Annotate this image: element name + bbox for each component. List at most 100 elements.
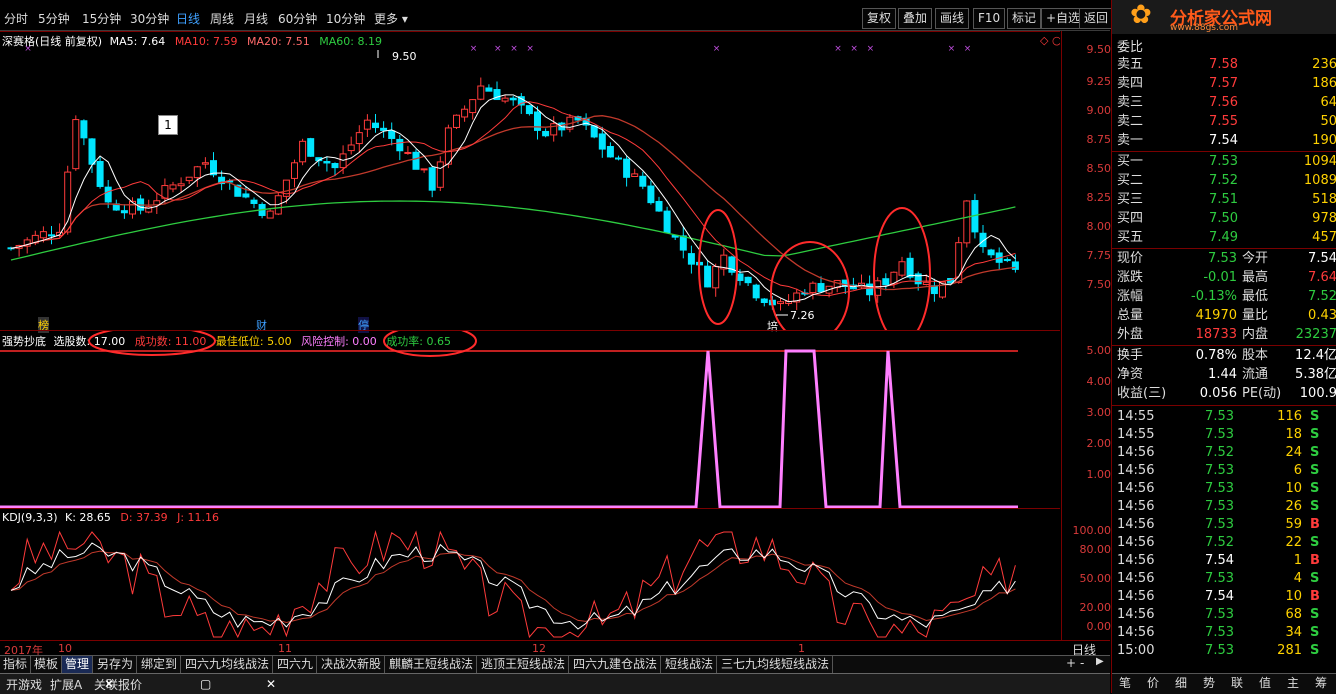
x-marker: × [510, 44, 518, 54]
tick-row: 14:55 7.53 116 S [1117, 409, 1320, 424]
period-tab[interactable]: 周线 [210, 10, 234, 27]
right-tab[interactable]: 值 [1254, 674, 1276, 692]
right-tab[interactable]: 势 [1198, 674, 1220, 692]
ask-row: 卖三 7.56 64 [1117, 95, 1336, 110]
candle-body [922, 281, 930, 286]
ask-row: 卖一 7.54 190 [1117, 133, 1336, 148]
period-tab[interactable]: 10分钟 [326, 10, 365, 27]
candle-body [809, 282, 817, 294]
back-button[interactable]: 返回 [1079, 8, 1114, 29]
bottom-tab[interactable]: 短线战法 [662, 656, 718, 673]
kdj-chart [10, 530, 1016, 639]
candle-body [347, 144, 355, 152]
date-label: 11 [278, 642, 292, 655]
divider [1112, 345, 1336, 346]
x-marker: × [948, 44, 956, 54]
f10-button[interactable]: F10 [973, 8, 1006, 29]
y-tick: 20.00 [1079, 601, 1112, 614]
period-tab[interactable]: 15分钟 [82, 10, 121, 27]
overlay-button[interactable]: 叠加 [898, 8, 933, 29]
period-tab[interactable]: 60分钟 [278, 10, 317, 27]
bid-row: 买二 7.52 1089 [1117, 173, 1336, 188]
fuquan-button[interactable]: 复权 [862, 8, 897, 29]
candle-body [866, 283, 874, 296]
right-tab[interactable]: 主 [1282, 674, 1304, 692]
bottom-tab[interactable]: 决战次新股 [318, 656, 386, 673]
kdj-axis: 100.00 80.00 50.00 20.00 0.00 [1061, 508, 1111, 640]
period-tab[interactable]: 月线 [244, 10, 268, 27]
candle-body [250, 199, 258, 204]
label-box[interactable]: 1 [158, 115, 178, 135]
tick-row: 14:56 7.53 4 S [1117, 571, 1320, 586]
indicator-pane[interactable]: 强势抄底 选股数: 17.00 成功数: 11.00 最佳低位: 5.00 风险… [0, 330, 1060, 509]
candle-body [469, 99, 477, 114]
bottom-tab[interactable]: 另存为 [94, 656, 138, 673]
candle-body [606, 146, 614, 158]
x-marker: × [24, 44, 32, 54]
candle-body [169, 184, 177, 190]
draw-line-button[interactable]: 画线 [935, 8, 970, 29]
x-marker: × [834, 44, 842, 54]
ask-row: 卖二 7.55 50 [1117, 114, 1336, 129]
period-tab[interactable]: 5分钟 [38, 10, 70, 27]
tick-row: 14:56 7.53 26 S [1117, 499, 1320, 514]
bottom-tab[interactable]: 四六九均线战法 [182, 656, 274, 673]
add-icon[interactable]: + [1066, 656, 1076, 670]
right-tab[interactable]: 联 [1226, 674, 1248, 692]
candle-body [331, 163, 339, 169]
y-tick: 2.00 [1086, 437, 1112, 450]
period-tab[interactable]: 日线 [176, 10, 200, 27]
window-icon[interactable]: ▢ [200, 677, 211, 691]
bottom-tab[interactable]: 逃顶王短线战法 [478, 656, 570, 673]
candle-body [436, 161, 444, 188]
taskbar-item[interactable]: 开游戏 [6, 676, 42, 693]
bottom-tab[interactable]: 四六九建仓战法 [570, 656, 662, 673]
bottom-tab[interactable]: 四六九 [274, 656, 318, 673]
bottom-tab[interactable]: 三七九均线短线战法 [718, 656, 834, 673]
bottom-tab[interactable]: 麒麟王短线战法 [386, 656, 478, 673]
bottom-tab[interactable]: 模板 [31, 656, 63, 673]
period-tab[interactable]: 分时 [4, 10, 28, 27]
period-tab[interactable]: 30分钟 [130, 10, 169, 27]
candle-body [525, 105, 533, 115]
y-tick: 8.00 [1086, 220, 1112, 233]
price-pane[interactable]: 深赛格(日线 前复权) MA5: 7.64 MA10: 7.59 MA20: 7… [0, 31, 1060, 333]
candle-body [363, 119, 371, 130]
candle-body [501, 97, 509, 102]
candle-body [963, 200, 971, 244]
scroll-right-icon[interactable]: ▶ [1096, 656, 1104, 667]
period-toolbar: 分时 5分钟 15分钟 30分钟 日线 周线 月线 60分钟 10分钟 更多 ▾… [0, 0, 1114, 31]
right-tab[interactable]: 细 [1170, 674, 1192, 692]
quote-row: 涨跌 -0.01 最高 7.64 [1117, 270, 1336, 285]
candle-body [444, 127, 452, 165]
y-tick: 1.00 [1086, 468, 1112, 481]
close-icon[interactable]: ✕ [266, 677, 276, 691]
candle-body [712, 265, 720, 289]
bottom-tab[interactable]: 管理 [62, 656, 94, 673]
mark-button[interactable]: 标记 [1007, 8, 1042, 29]
divider [1112, 405, 1336, 406]
bottom-tab[interactable]: 指标 [0, 656, 32, 673]
y-tick: 8.75 [1086, 133, 1112, 146]
ma60-line [10, 200, 1016, 261]
signal-line [0, 349, 1018, 509]
more-menu[interactable]: 更多 ▾ [374, 10, 408, 27]
candle-body [477, 85, 485, 100]
candle-body [777, 301, 784, 305]
candle-body [542, 130, 550, 137]
minus-icon[interactable]: - [1080, 656, 1084, 670]
tick-row: 14:56 7.52 22 S [1117, 535, 1320, 550]
right-tab[interactable]: 价 [1142, 674, 1164, 692]
candle-body [736, 273, 744, 281]
right-tab[interactable]: 筹 [1310, 674, 1332, 692]
candle-body [590, 125, 598, 138]
taskbar-item[interactable]: 扩展A [50, 676, 82, 693]
candle-body [412, 151, 420, 170]
candle-body [760, 298, 768, 303]
bottom-tab[interactable]: 绑定到 [138, 656, 182, 673]
y-tick: 100.00 [1072, 524, 1112, 537]
close-icon[interactable]: ✕ [104, 677, 114, 691]
kdj-pane[interactable]: KDJ(9,3,3) K: 28.65 D: 37.39 J: 11.16 [0, 508, 1060, 641]
right-tab[interactable]: 笔 [1114, 674, 1136, 692]
taskbar-item[interactable]: 关联报价 [94, 676, 142, 693]
